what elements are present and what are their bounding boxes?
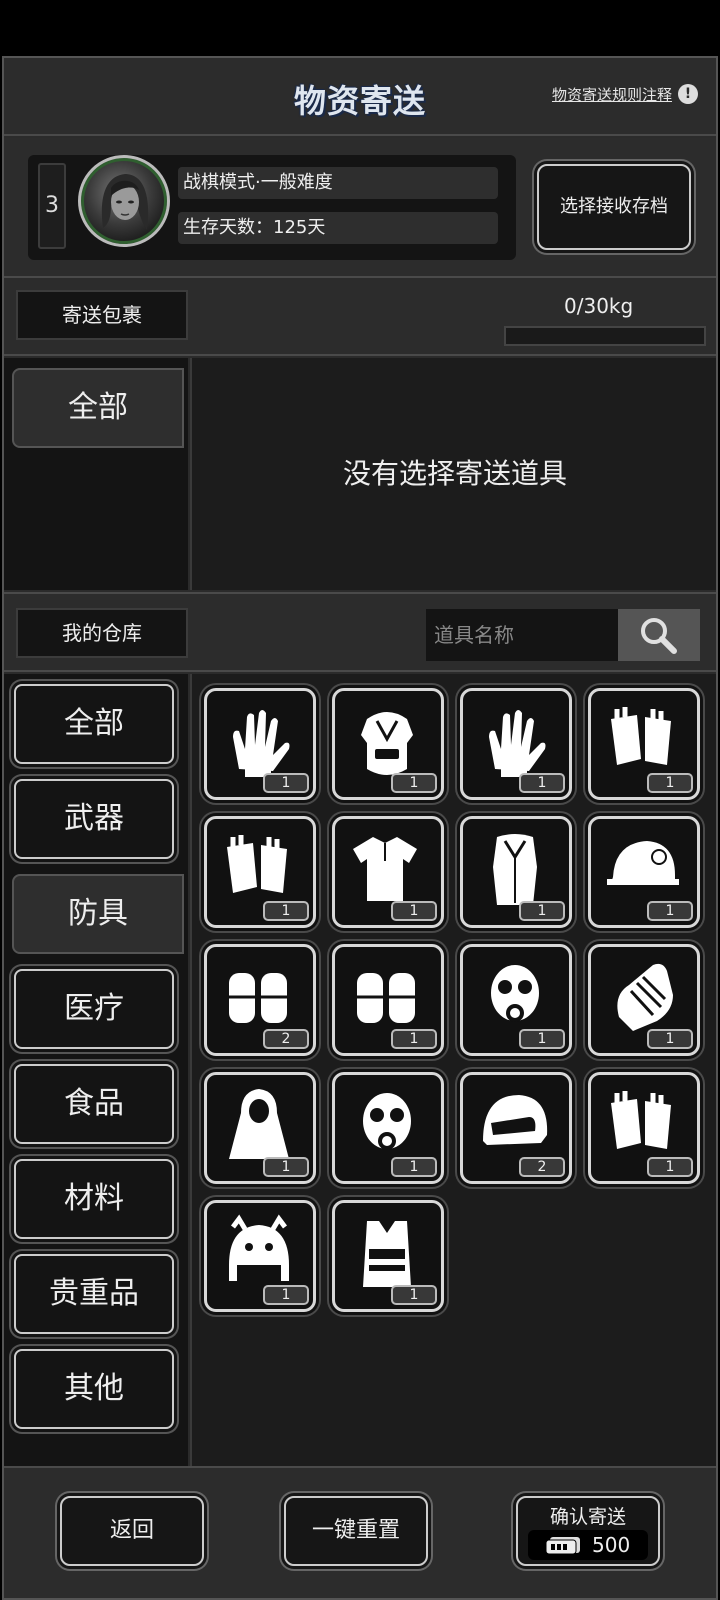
tactical-gloves-icon — [233, 710, 290, 777]
footer-bar: 返回 一键重置 确认寄送 500 — [4, 1466, 716, 1598]
weight-text: 0/30kg — [564, 294, 634, 318]
item-quantity: 2 — [519, 1157, 565, 1177]
package-category-sidebar: 全部 — [4, 358, 188, 590]
armored-gauntlet-icon — [617, 963, 673, 1031]
search-icon — [641, 618, 677, 654]
fur-coat-icon — [493, 834, 537, 905]
back-button[interactable]: 返回 — [60, 1496, 204, 1566]
warehouse-tab-2[interactable]: 防具 — [12, 874, 184, 954]
profile-section: 3 战棋模式·一般难度 生存天数：125天 选择接收存档 — [4, 138, 716, 278]
item-tile[interactable]: 1 — [332, 944, 444, 1056]
item-quantity: 1 — [391, 1157, 437, 1177]
item-quantity: 1 — [647, 901, 693, 921]
warehouse-tab-0[interactable]: 全部 — [14, 684, 174, 764]
warehouse-tab-6[interactable]: 贵重品 — [14, 1254, 174, 1334]
fingerless-gloves-alt-icon — [611, 1091, 671, 1149]
send-package-label: 寄送包裹 — [16, 290, 188, 340]
item-tile[interactable]: 2 — [204, 944, 316, 1056]
item-quantity: 1 — [391, 1029, 437, 1049]
item-quantity: 1 — [263, 1157, 309, 1177]
glove-icon — [489, 710, 546, 777]
warehouse-tab-1[interactable]: 武器 — [14, 779, 174, 859]
save-slot-number: 3 — [38, 163, 66, 249]
item-quantity: 1 — [391, 773, 437, 793]
header: 物资寄送 物资寄送规则注释 ! — [4, 58, 716, 136]
item-tile[interactable]: 1 — [332, 816, 444, 928]
item-quantity: 1 — [391, 901, 437, 921]
warehouse-item-grid: 1 1 1 1 1 1 1 1 2 1 1 1 1 1 2 1 1 1 — [190, 674, 716, 1466]
item-quantity: 1 — [519, 773, 565, 793]
item-search-input[interactable] — [426, 609, 618, 661]
item-quantity: 2 — [263, 1029, 309, 1049]
item-tile[interactable]: 1 — [588, 688, 700, 800]
item-tile[interactable]: 1 — [332, 688, 444, 800]
fingerless-gloves-icon — [611, 707, 671, 765]
warehouse-tab-7[interactable]: 其他 — [14, 1349, 174, 1429]
warehouse-tab-4[interactable]: 食品 — [14, 1064, 174, 1144]
tiger-hat-icon — [229, 1214, 289, 1281]
item-tile[interactable]: 1 — [332, 1200, 444, 1312]
item-quantity: 1 — [647, 773, 693, 793]
item-tile[interactable]: 1 — [460, 944, 572, 1056]
gas-mask-icon — [491, 965, 539, 1022]
item-quantity: 1 — [263, 773, 309, 793]
item-tile[interactable]: 1 — [332, 1072, 444, 1184]
motorcycle-helmet-icon — [483, 1095, 548, 1145]
warehouse-category-sidebar: 全部武器防具医疗食品材料贵重品其他 — [4, 674, 188, 1466]
item-quantity: 1 — [519, 1029, 565, 1049]
warehouse-tab-5[interactable]: 材料 — [14, 1159, 174, 1239]
package-contents: 没有选择寄送道具 — [190, 358, 716, 590]
knee-pads-icon — [229, 973, 287, 1023]
shirt-icon — [353, 837, 417, 901]
item-quantity: 1 — [647, 1157, 693, 1177]
game-mode-label: 战棋模式·一般难度 — [178, 167, 498, 199]
rules-link[interactable]: 物资寄送规则注释 — [552, 84, 672, 105]
fingerless-mitts-icon — [227, 835, 287, 893]
avatar — [78, 155, 170, 247]
hooded-cloak-icon — [229, 1089, 289, 1159]
cost-box: 500 — [528, 1530, 648, 1560]
save-card: 3 战棋模式·一般难度 生存天数：125天 — [28, 155, 516, 260]
item-tile[interactable]: 1 — [460, 688, 572, 800]
item-tile[interactable]: 1 — [588, 944, 700, 1056]
info-icon[interactable]: ! — [678, 84, 698, 104]
item-tile[interactable]: 1 — [460, 816, 572, 928]
knee-pads-alt-icon — [357, 973, 415, 1023]
item-tile[interactable]: 1 — [588, 816, 700, 928]
item-quantity: 1 — [391, 1285, 437, 1305]
cost-value: 500 — [592, 1533, 631, 1557]
weight-progress-bar — [504, 326, 706, 346]
search-button[interactable] — [618, 609, 700, 661]
item-quantity: 1 — [519, 901, 565, 921]
empty-package-message: 没有选择寄送道具 — [342, 457, 567, 490]
item-tile[interactable]: 2 — [460, 1072, 572, 1184]
item-tile[interactable]: 1 — [588, 1072, 700, 1184]
body-armor-icon — [361, 712, 413, 775]
item-tile[interactable]: 1 — [204, 816, 316, 928]
ticket-icon — [546, 1537, 580, 1555]
item-tile[interactable]: 1 — [204, 1072, 316, 1184]
warehouse-label: 我的仓库 — [16, 608, 188, 658]
army-helmet-icon — [607, 841, 679, 885]
select-save-button[interactable]: 选择接收存档 — [537, 164, 691, 250]
item-tile[interactable]: 1 — [204, 1200, 316, 1312]
item-quantity: 1 — [263, 901, 309, 921]
warehouse-header: 我的仓库 — [4, 592, 716, 672]
gas-mask-alt-icon — [363, 1093, 411, 1150]
reset-button[interactable]: 一键重置 — [284, 1496, 428, 1566]
send-package-header: 寄送包裹 0/30kg — [4, 280, 716, 356]
confirm-send-label: 确认寄送 — [549, 1506, 626, 1528]
package-tab-all[interactable]: 全部 — [12, 368, 184, 448]
item-quantity: 1 — [263, 1285, 309, 1305]
item-quantity: 1 — [647, 1029, 693, 1049]
confirm-send-button[interactable]: 确认寄送 500 — [516, 1496, 660, 1566]
survival-days-label: 生存天数：125天 — [178, 212, 498, 244]
tactical-vest-icon — [363, 1221, 411, 1287]
item-tile[interactable]: 1 — [204, 688, 316, 800]
warehouse-tab-3[interactable]: 医疗 — [14, 969, 174, 1049]
